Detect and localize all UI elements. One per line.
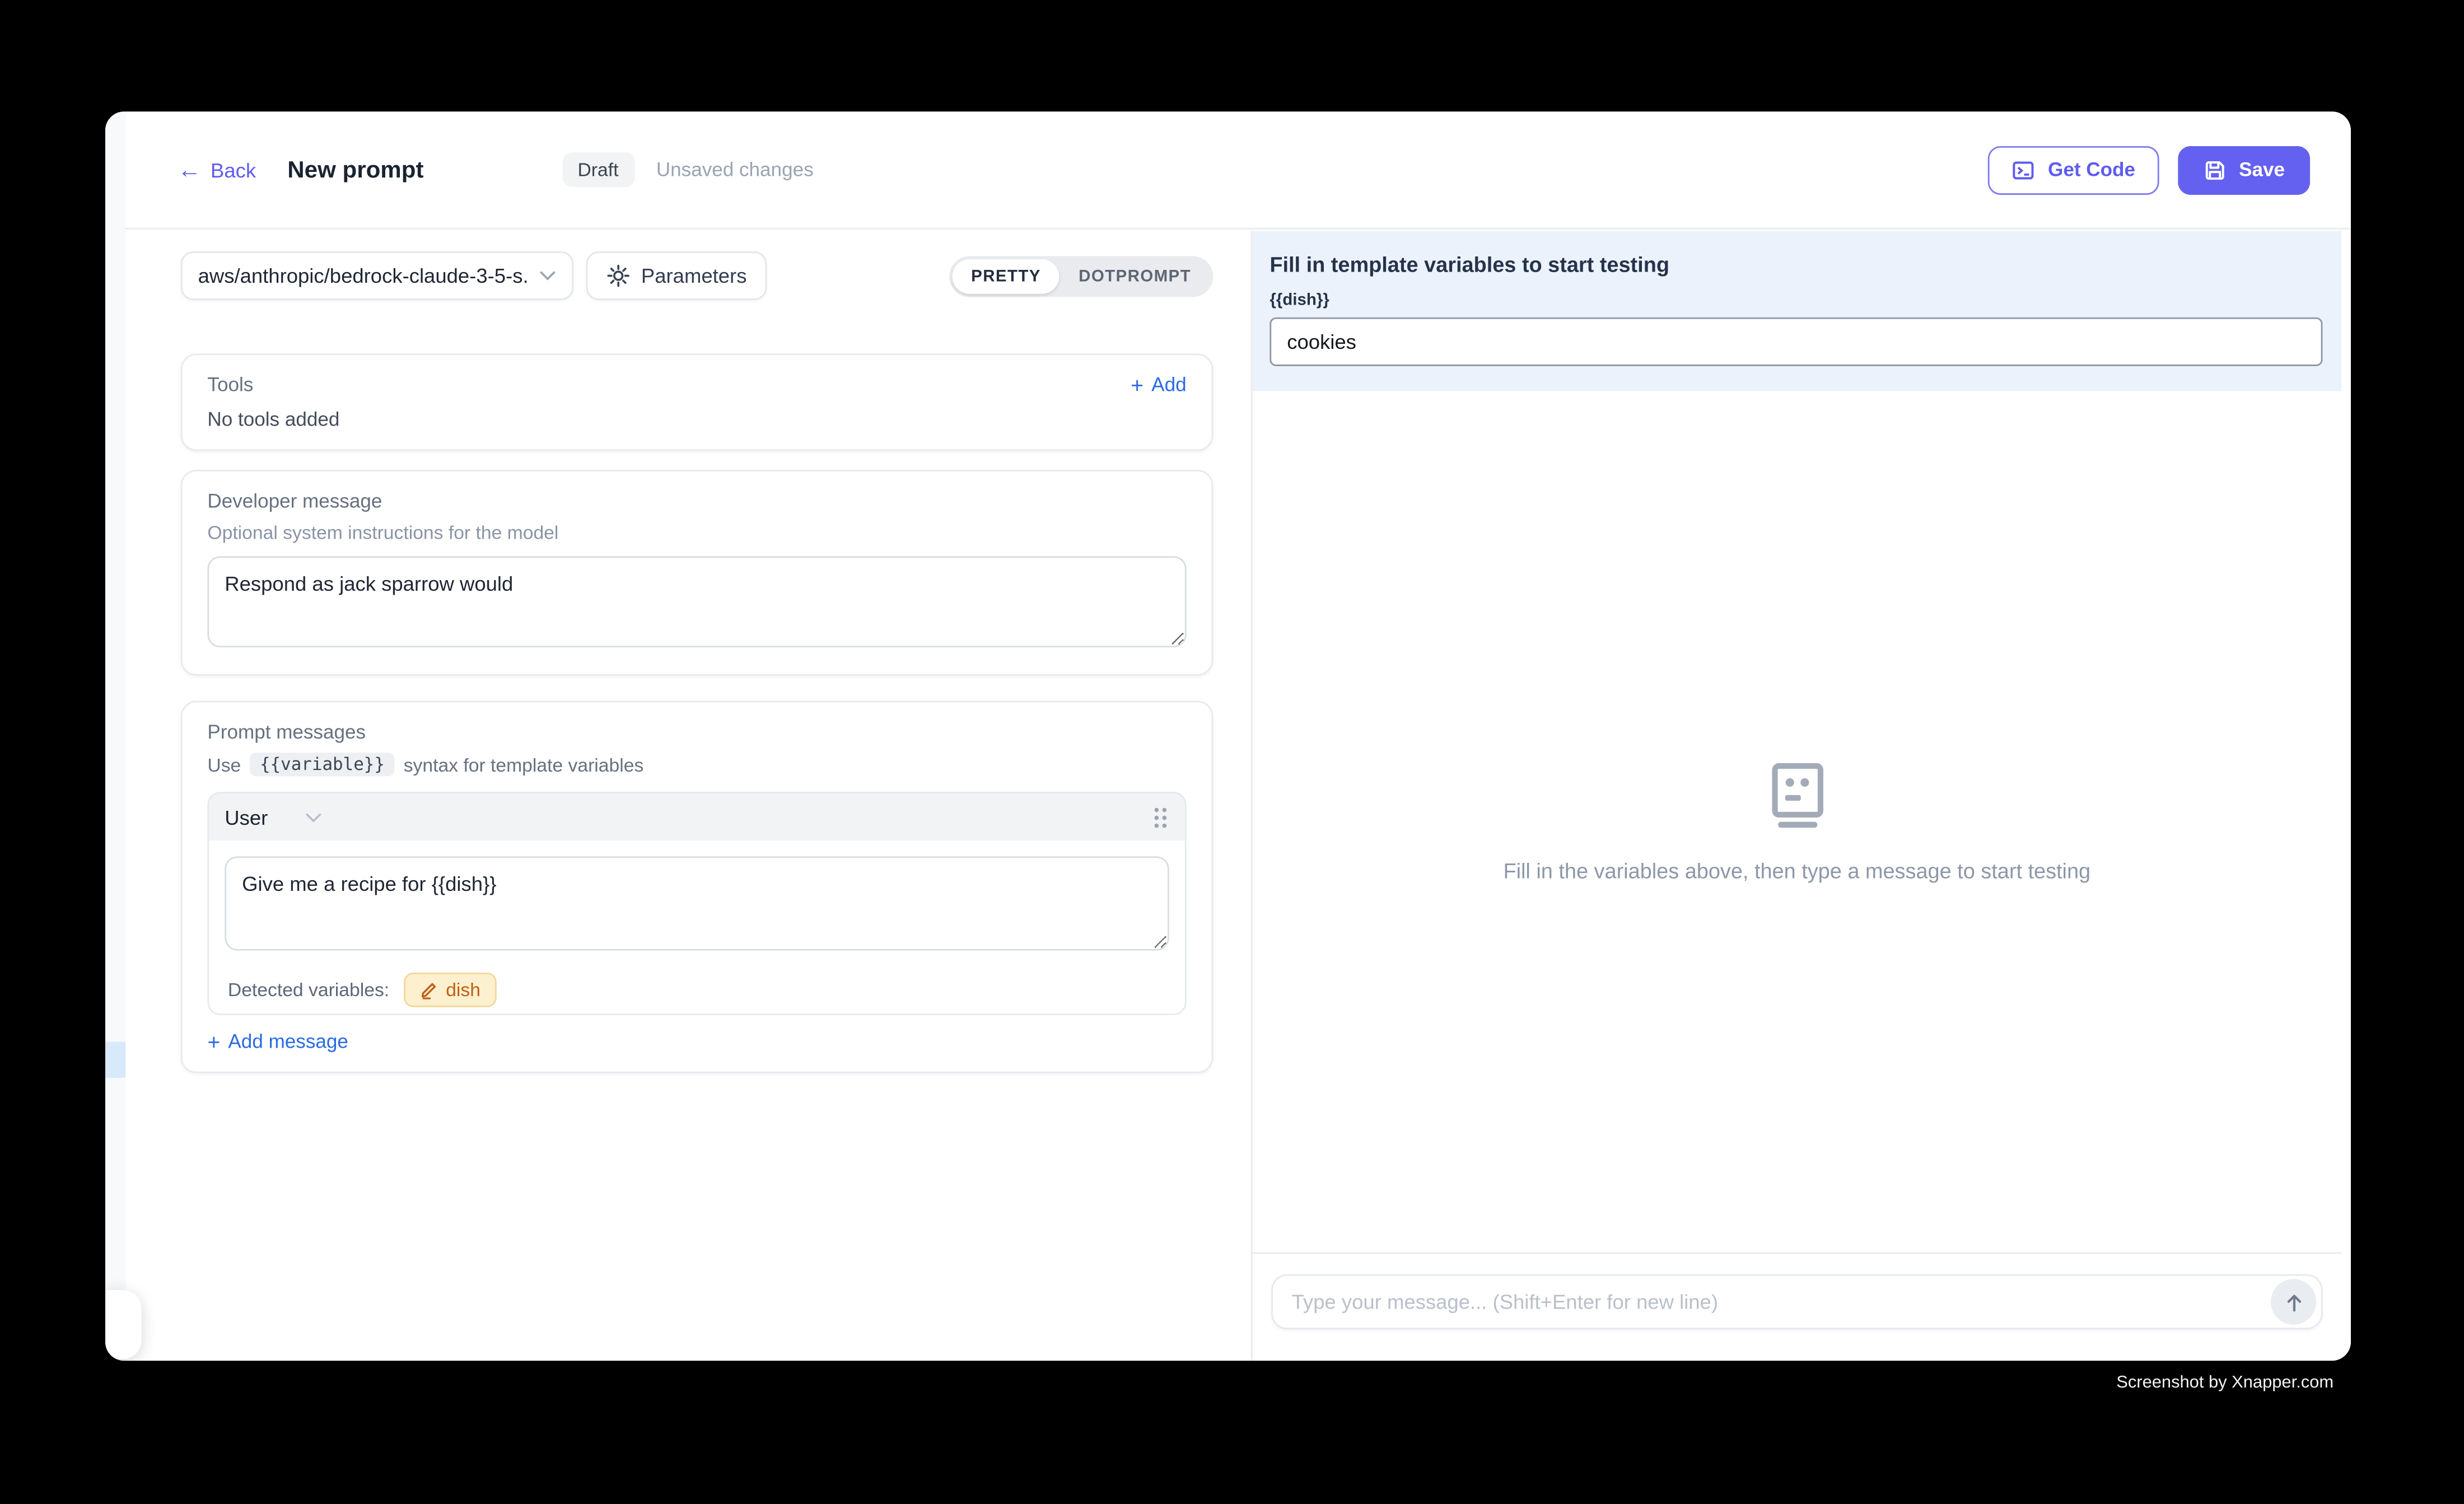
unsaved-changes-text: Unsaved changes — [656, 158, 814, 180]
add-tool-label: Add — [1151, 374, 1186, 396]
developer-message-card: Developer message Optional system instru… — [181, 470, 1214, 676]
role-value: User — [225, 805, 268, 829]
chat-input-container — [1271, 1274, 2322, 1329]
back-arrow-icon: ← — [178, 158, 201, 181]
chat-message-input[interactable] — [1292, 1290, 2271, 1314]
prompt-editor-pane: aws/anthropic/bedrock-claude-3-5-s... — [125, 231, 1250, 1361]
status-badge: Draft — [562, 152, 634, 187]
tools-empty-text: No tools added — [207, 409, 1186, 431]
tools-title: Tools — [207, 374, 253, 396]
role-selector[interactable]: User — [225, 805, 323, 829]
message-block: User — [207, 792, 1186, 1015]
get-code-label: Get Code — [2048, 158, 2135, 180]
arrow-up-icon — [2283, 1291, 2304, 1313]
plus-icon: + — [207, 1031, 220, 1053]
chat-input-bar — [1252, 1252, 2341, 1361]
tools-card: Tools + Add No tools added — [181, 353, 1214, 451]
save-label: Save — [2239, 158, 2285, 180]
variable-chip-dish[interactable]: dish — [403, 973, 496, 1007]
gear-icon — [606, 264, 630, 287]
model-toolbar: aws/anthropic/bedrock-claude-3-5-s... — [181, 251, 1214, 300]
screenshot-stage: ← Back New prompt Draft Unsaved changes … — [0, 0, 2464, 1504]
watermark-text: Screenshot by Xnapper.com — [2116, 1374, 2334, 1393]
back-button[interactable]: ← Back — [178, 158, 256, 181]
toggle-option-dotprompt[interactable]: DOTPROMPT — [1060, 259, 1210, 293]
add-tool-button[interactable]: + Add — [1131, 374, 1186, 396]
prompt-messages-card: Prompt messages Use {{variable}} syntax … — [181, 701, 1214, 1073]
template-syntax-hint: Use {{variable}} syntax for template var… — [207, 753, 1186, 776]
page-title: New prompt — [287, 156, 423, 183]
back-label: Back — [211, 158, 256, 181]
hint-suffix: syntax for template variables — [404, 754, 644, 776]
model-selector[interactable]: aws/anthropic/bedrock-claude-3-5-s... — [181, 251, 574, 300]
save-icon — [2203, 158, 2227, 181]
test-pane: Fill in template variables to start test… — [1251, 231, 2351, 1361]
add-message-label: Add message — [228, 1031, 348, 1053]
model-selector-value: aws/anthropic/bedrock-claude-3-5-s... — [198, 264, 530, 287]
add-message-button[interactable]: + Add message — [207, 1031, 348, 1053]
variable-value-input[interactable] — [1270, 317, 2322, 366]
variable-syntax-chip: {{variable}} — [250, 753, 394, 776]
test-panel-title: Fill in template variables to start test… — [1270, 253, 2322, 277]
developer-message-textarea[interactable]: Respond as jack sparrow would — [207, 556, 1186, 647]
parameters-button[interactable]: Parameters — [586, 251, 767, 300]
developer-message-subtitle: Optional system instructions for the mod… — [207, 522, 1186, 544]
developer-message-title: Developer message — [207, 491, 1186, 512]
get-code-button[interactable]: Get Code — [1988, 146, 2159, 194]
chat-empty-state: Fill in the variables above, then type a… — [1252, 391, 2341, 1253]
edit-icon — [419, 980, 438, 999]
detected-variables-row: Detected variables: dish — [225, 959, 1169, 1013]
chevron-down-icon — [306, 811, 323, 823]
nav-popover — [105, 1290, 142, 1359]
toggle-option-pretty[interactable]: PRETTY — [952, 259, 1060, 293]
terminal-icon — [2012, 158, 2035, 181]
message-header: User — [209, 793, 1185, 840]
left-nav-strip — [105, 111, 125, 1361]
message-body: Give me a recipe for {{dish}} Detected v… — [209, 840, 1185, 1013]
variable-chip-label: dish — [446, 979, 480, 1001]
save-button[interactable]: Save — [2178, 146, 2310, 194]
parameters-label: Parameters — [641, 264, 747, 287]
empty-state-text: Fill in the variables above, then type a… — [1503, 859, 2090, 882]
template-variables-section: Fill in template variables to start test… — [1252, 231, 2341, 391]
message-textarea[interactable]: Give me a recipe for {{dish}} — [225, 856, 1169, 950]
variable-name-label: {{dish}} — [1270, 291, 2322, 310]
send-button[interactable] — [2271, 1279, 2316, 1324]
chevron-down-icon — [539, 270, 556, 282]
app-window: ← Back New prompt Draft Unsaved changes … — [105, 111, 2351, 1361]
hint-prefix: Use — [207, 754, 241, 776]
format-toggle: PRETTY DOTPROMPT — [949, 255, 1213, 296]
prompt-messages-title: Prompt messages — [207, 721, 1186, 743]
drag-handle-icon[interactable] — [1152, 805, 1169, 829]
header-actions: Get Code Save — [1988, 146, 2310, 194]
robot-icon — [1767, 762, 1827, 828]
detected-variables-label: Detected variables: — [228, 979, 389, 1001]
plus-icon: + — [1131, 374, 1144, 396]
header: ← Back New prompt Draft Unsaved changes … — [125, 111, 2350, 229]
